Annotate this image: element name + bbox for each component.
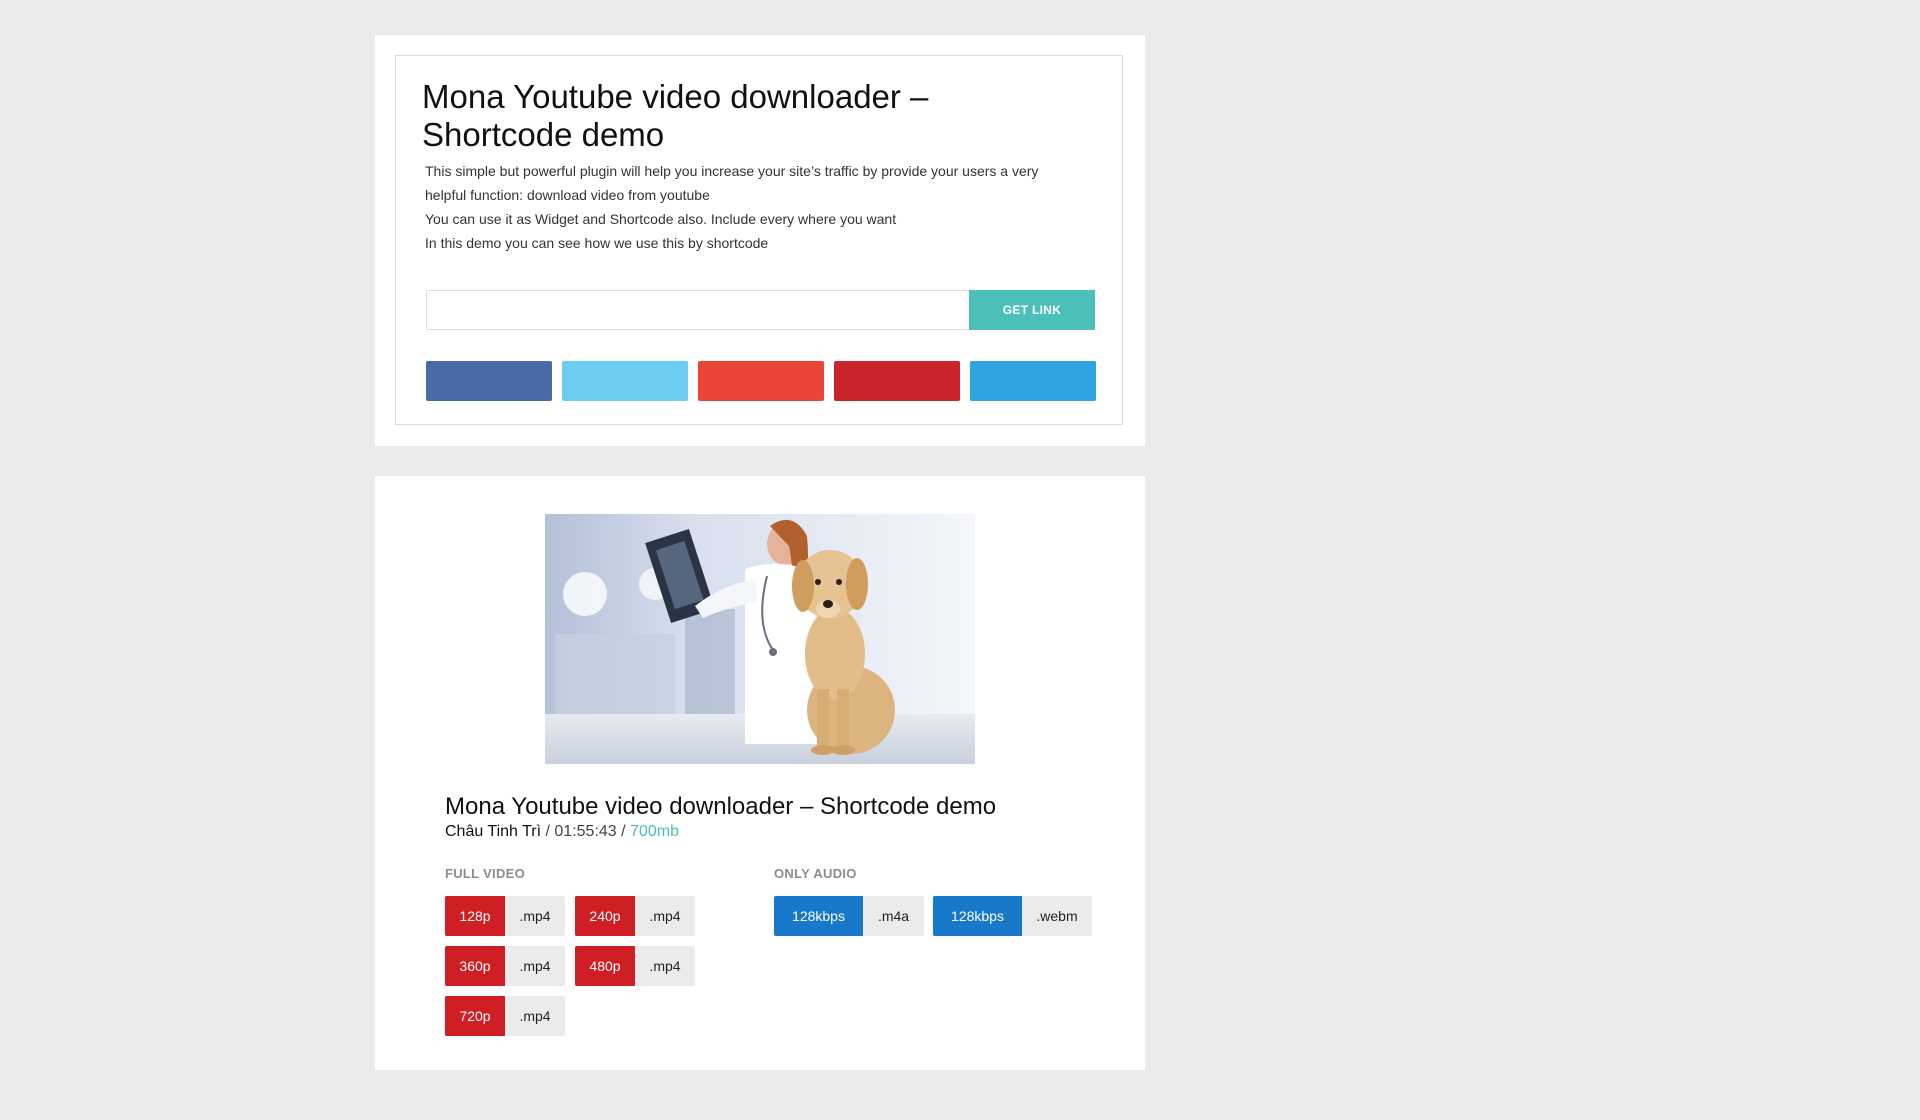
download-result-panel: Mona Youtube video downloader – Shortcod… xyxy=(375,476,1145,1070)
quality-label: 480p xyxy=(575,946,635,986)
video-duration: 01:55:43 xyxy=(554,823,617,840)
description-line: helpful function: download video from yo… xyxy=(425,187,710,203)
video-author: Châu Tinh Trì xyxy=(445,823,542,840)
meta-separator: / xyxy=(545,823,550,840)
page-title: Mona Youtube video downloader – Shortcod… xyxy=(422,78,929,153)
description-line: You can use it as Widget and Shortcode a… xyxy=(425,211,897,227)
download-video-480p-button[interactable]: 480p .mp4 xyxy=(575,946,695,986)
bitrate-label: 128kbps xyxy=(933,896,1022,936)
downloader-form-box: Mona Youtube video downloader – Shortcod… xyxy=(395,55,1123,425)
telegram-share-button[interactable] xyxy=(970,361,1096,401)
downloader-form-panel: Mona Youtube video downloader – Shortcod… xyxy=(375,35,1145,446)
youtube-url-input[interactable] xyxy=(426,290,969,330)
extension-label: .m4a xyxy=(863,896,924,936)
download-audio-webm-button[interactable]: 128kbps .webm xyxy=(933,896,1092,936)
description-line: In this demo you can see how we use this… xyxy=(425,235,769,251)
video-thumbnail[interactable] xyxy=(545,514,975,764)
only-audio-label: ONLY AUDIO xyxy=(774,866,857,881)
extension-label: .mp4 xyxy=(505,996,565,1036)
extension-label: .mp4 xyxy=(635,896,695,936)
download-video-720p-button[interactable]: 720p .mp4 xyxy=(445,996,565,1036)
meta-separator: / xyxy=(621,823,626,840)
download-video-240p-button[interactable]: 240p .mp4 xyxy=(575,896,695,936)
extension-label: .mp4 xyxy=(635,946,695,986)
video-size: 700mb xyxy=(630,823,679,840)
get-link-button[interactable]: GET LINK xyxy=(969,290,1095,330)
extension-label: .mp4 xyxy=(505,896,565,936)
quality-label: 128p xyxy=(445,896,505,936)
quality-label: 720p xyxy=(445,996,505,1036)
extension-label: .webm xyxy=(1022,896,1092,936)
twitter-share-button[interactable] xyxy=(562,361,688,401)
full-video-label: FULL VIDEO xyxy=(445,866,526,881)
video-meta: Châu Tinh Trì / 01:55:43 / 700mb xyxy=(445,822,679,842)
facebook-share-button[interactable] xyxy=(426,361,552,401)
google-plus-share-button[interactable] xyxy=(698,361,824,401)
pinterest-share-button[interactable] xyxy=(834,361,960,401)
quality-label: 360p xyxy=(445,946,505,986)
download-video-360p-button[interactable]: 360p .mp4 xyxy=(445,946,565,986)
bitrate-label: 128kbps xyxy=(774,896,863,936)
description-line: This simple but powerful plugin will hel… xyxy=(425,163,1039,179)
video-title: Mona Youtube video downloader – Shortcod… xyxy=(445,793,997,820)
extension-label: .mp4 xyxy=(505,946,565,986)
download-audio-m4a-button[interactable]: 128kbps .m4a xyxy=(774,896,924,936)
download-video-128p-button[interactable]: 128p .mp4 xyxy=(445,896,565,936)
quality-label: 240p xyxy=(575,896,635,936)
